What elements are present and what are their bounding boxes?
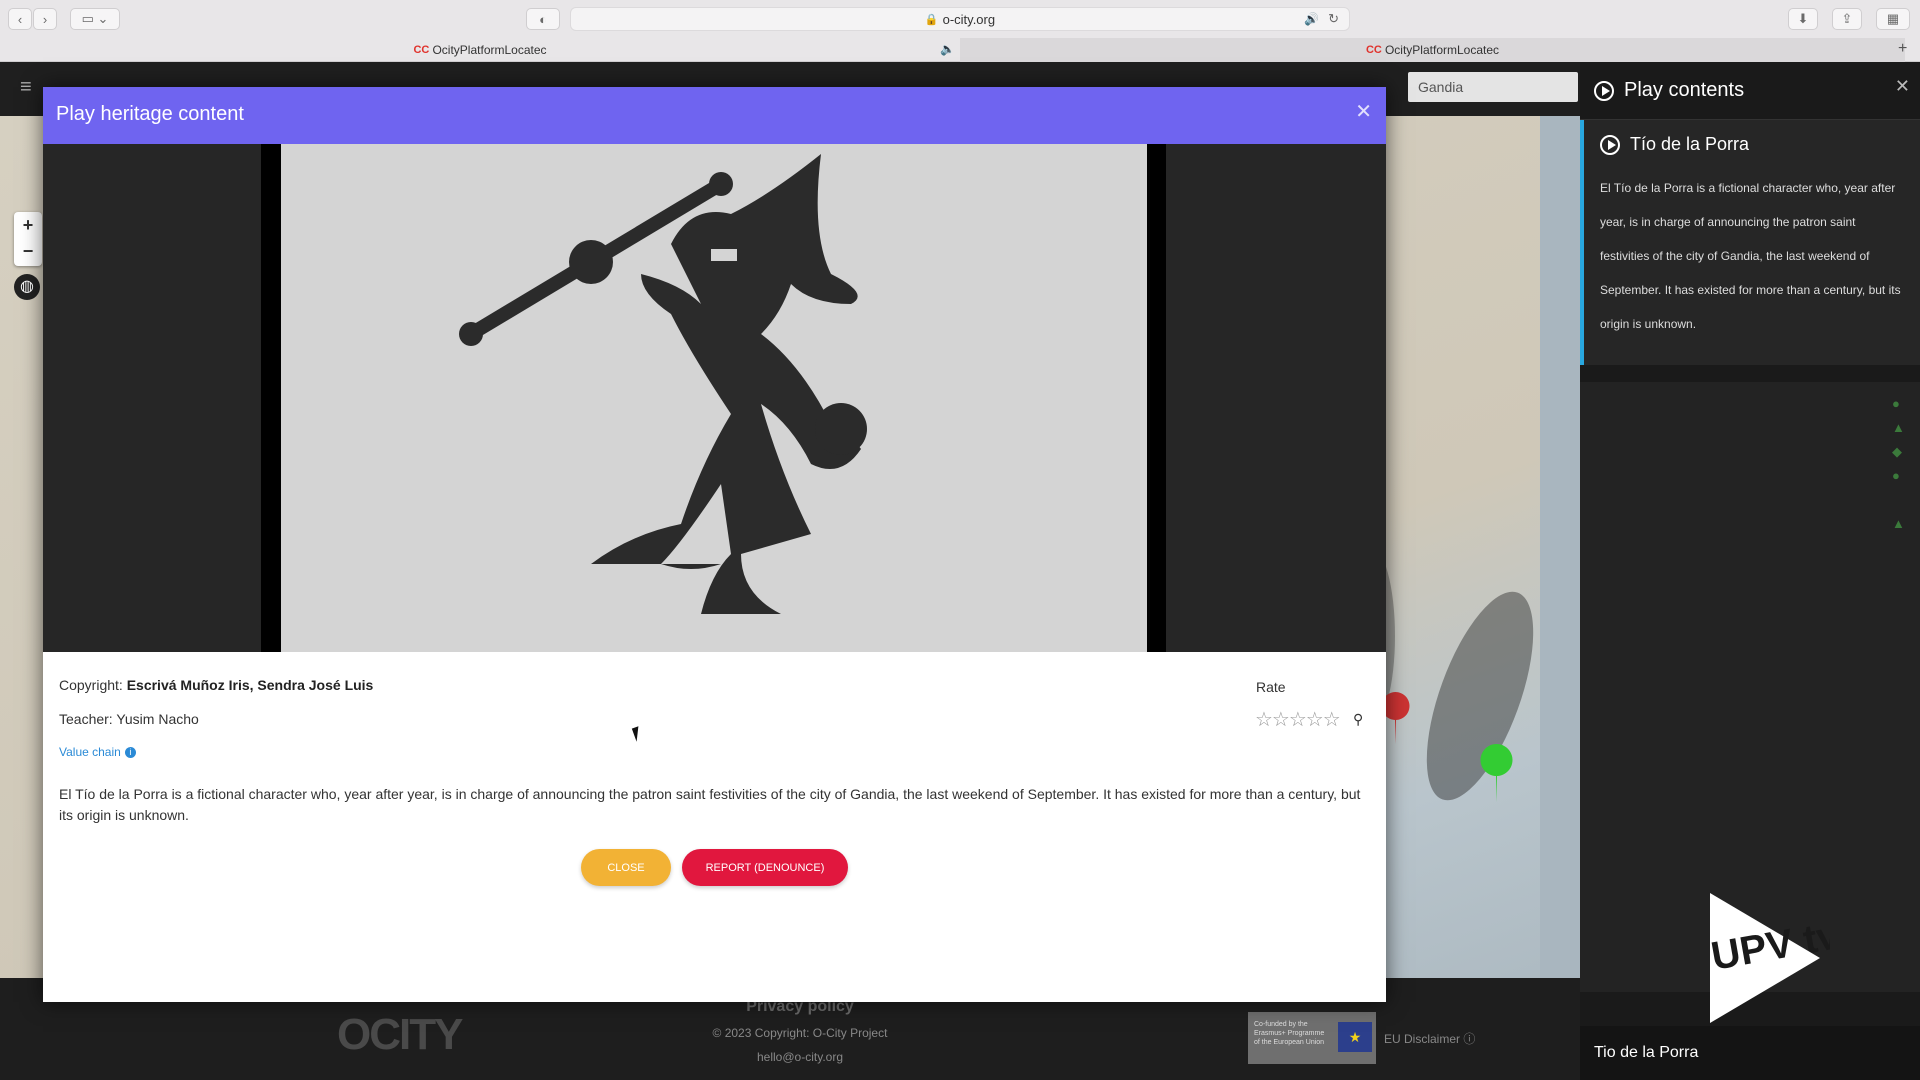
report-button[interactable]: REPORT (DENOUNCE)	[682, 849, 848, 886]
content-card[interactable]: Tío de la Porra El Tío de la Porra is a …	[1580, 120, 1920, 365]
tab-audio-icon[interactable]: 🔈	[940, 42, 955, 56]
eu-disclaimer-link[interactable]: EU Disclaimer ⓘ	[1384, 1030, 1475, 1047]
address-bar[interactable]: 🔒 o-city.org 🔊 ↻	[570, 7, 1350, 31]
email-link[interactable]: hello@o-city.org	[700, 1050, 900, 1064]
tio-de-la-porra-figure	[459, 154, 867, 614]
tab-bar: CC OcityPlatformLocatec 🔈 CC OcityPlatfo…	[0, 38, 1920, 62]
privacy-shield-icon[interactable]: ◐	[526, 8, 560, 30]
copyright-label: Copyright:	[59, 677, 123, 693]
tab-overview-icon[interactable]: ▦	[1876, 8, 1910, 30]
tab-title: OcityPlatformLocatec	[432, 43, 547, 57]
eu-disclaimer-text: EU Disclaimer	[1384, 1032, 1461, 1046]
modal-details: Copyright: Escrivá Muñoz Iris, Sendra Jo…	[59, 677, 1369, 759]
play-heritage-modal: Play heritage content ✕ Copyright: Escri…	[43, 87, 1386, 1002]
favicon-icon: CC	[1365, 44, 1382, 56]
close-button[interactable]: CLOSE	[581, 849, 671, 886]
lock-icon: 🔒	[924, 13, 939, 26]
rating-stars[interactable]: ☆☆☆☆☆	[1255, 707, 1341, 732]
zoom-control: + −	[14, 212, 42, 266]
tab-1[interactable]: CC OcityPlatformLocatec	[0, 38, 960, 62]
content-description: El Tío de la Porra is a fictional charac…	[59, 786, 1361, 823]
url-text: o-city.org	[942, 11, 996, 27]
video-caption: Tio de la Porra	[1580, 1026, 1920, 1080]
hamburger-icon[interactable]: ≡	[20, 76, 32, 99]
panel-header: Play contents ✕	[1580, 62, 1920, 120]
play-icon	[1594, 80, 1614, 101]
zoom-out-button[interactable]: −	[14, 238, 42, 264]
new-tab-icon[interactable]: +	[1898, 40, 1907, 58]
play-icon[interactable]	[1600, 134, 1620, 155]
forward-icon[interactable]: ›	[33, 8, 57, 30]
globe-icon[interactable]: ◍	[14, 274, 40, 300]
favicon-icon: CC	[413, 44, 430, 56]
map-marker-icon	[1480, 744, 1513, 802]
content-title: Tío de la Porra	[1630, 134, 1750, 154]
copyright-text: © 2023 Copyright: O-City Project	[712, 1026, 888, 1040]
eu-logo: Co-funded by the Erasmus+ Programme of t…	[1248, 1012, 1376, 1064]
upv-tv-logo: UPV tv	[1708, 893, 1830, 1023]
modal-title: Play heritage content	[56, 103, 244, 125]
eu-text: Co-funded by the Erasmus+ Programme of t…	[1254, 1021, 1325, 1046]
eu-flag-icon: ★	[1338, 1022, 1372, 1052]
info-icon: i	[124, 746, 136, 758]
video-image	[281, 144, 1147, 652]
browser-chrome: ‹ › ▭ ⌄ ◐ 🔒 o-city.org 🔊 ↻ ⬇ ⇪ ▦ CC Ocit…	[0, 0, 1920, 62]
tab-2[interactable]: CC OcityPlatformLocatec	[960, 38, 1905, 62]
search-input[interactable]: Gandia	[1408, 72, 1578, 102]
info-icon: ⓘ	[1463, 1032, 1476, 1046]
video-player[interactable]	[43, 144, 1386, 652]
teacher-line: Teacher: Yusim Nacho	[59, 711, 199, 727]
value-chain-link[interactable]: Value chain i	[59, 745, 1369, 759]
browser-toolbar: ‹ › ▭ ⌄ ◐ 🔒 o-city.org 🔊 ↻ ⬇ ⇪ ▦	[0, 0, 1920, 38]
ocity-logo: OCITY	[337, 1010, 463, 1059]
close-icon[interactable]: ✕	[1895, 76, 1910, 97]
tab-title: OcityPlatformLocatec	[1384, 43, 1500, 57]
copyright-line: Copyright: Escrivá Muñoz Iris, Sendra Jo…	[59, 677, 1369, 693]
rate-label: Rate	[1256, 679, 1286, 695]
back-icon[interactable]: ‹	[8, 8, 32, 30]
close-icon[interactable]: ✕	[1355, 99, 1372, 124]
panel-title: Play contents	[1624, 79, 1745, 101]
share-icon[interactable]: ⇪	[1832, 8, 1862, 30]
modal-header: Play heritage content ✕	[43, 87, 1386, 144]
sidebar-toggle-icon[interactable]: ▭ ⌄	[70, 8, 120, 30]
audio-icon[interactable]: 🔊	[1304, 12, 1319, 26]
map-layer-icons: ● ▲ ◆ ● ▲	[1892, 396, 1905, 531]
copyright-value: Escrivá Muñoz Iris, Sendra José Luis	[126, 677, 374, 693]
zoom-in-button[interactable]: +	[14, 212, 42, 238]
content-text: El Tío de la Porra is a fictional charac…	[1600, 181, 1901, 331]
user-icon[interactable]: ⚲	[1353, 711, 1363, 728]
downloads-icon[interactable]: ⬇	[1788, 8, 1818, 30]
value-chain-text: Value chain	[59, 745, 121, 759]
reload-icon[interactable]: ↻	[1328, 11, 1339, 27]
